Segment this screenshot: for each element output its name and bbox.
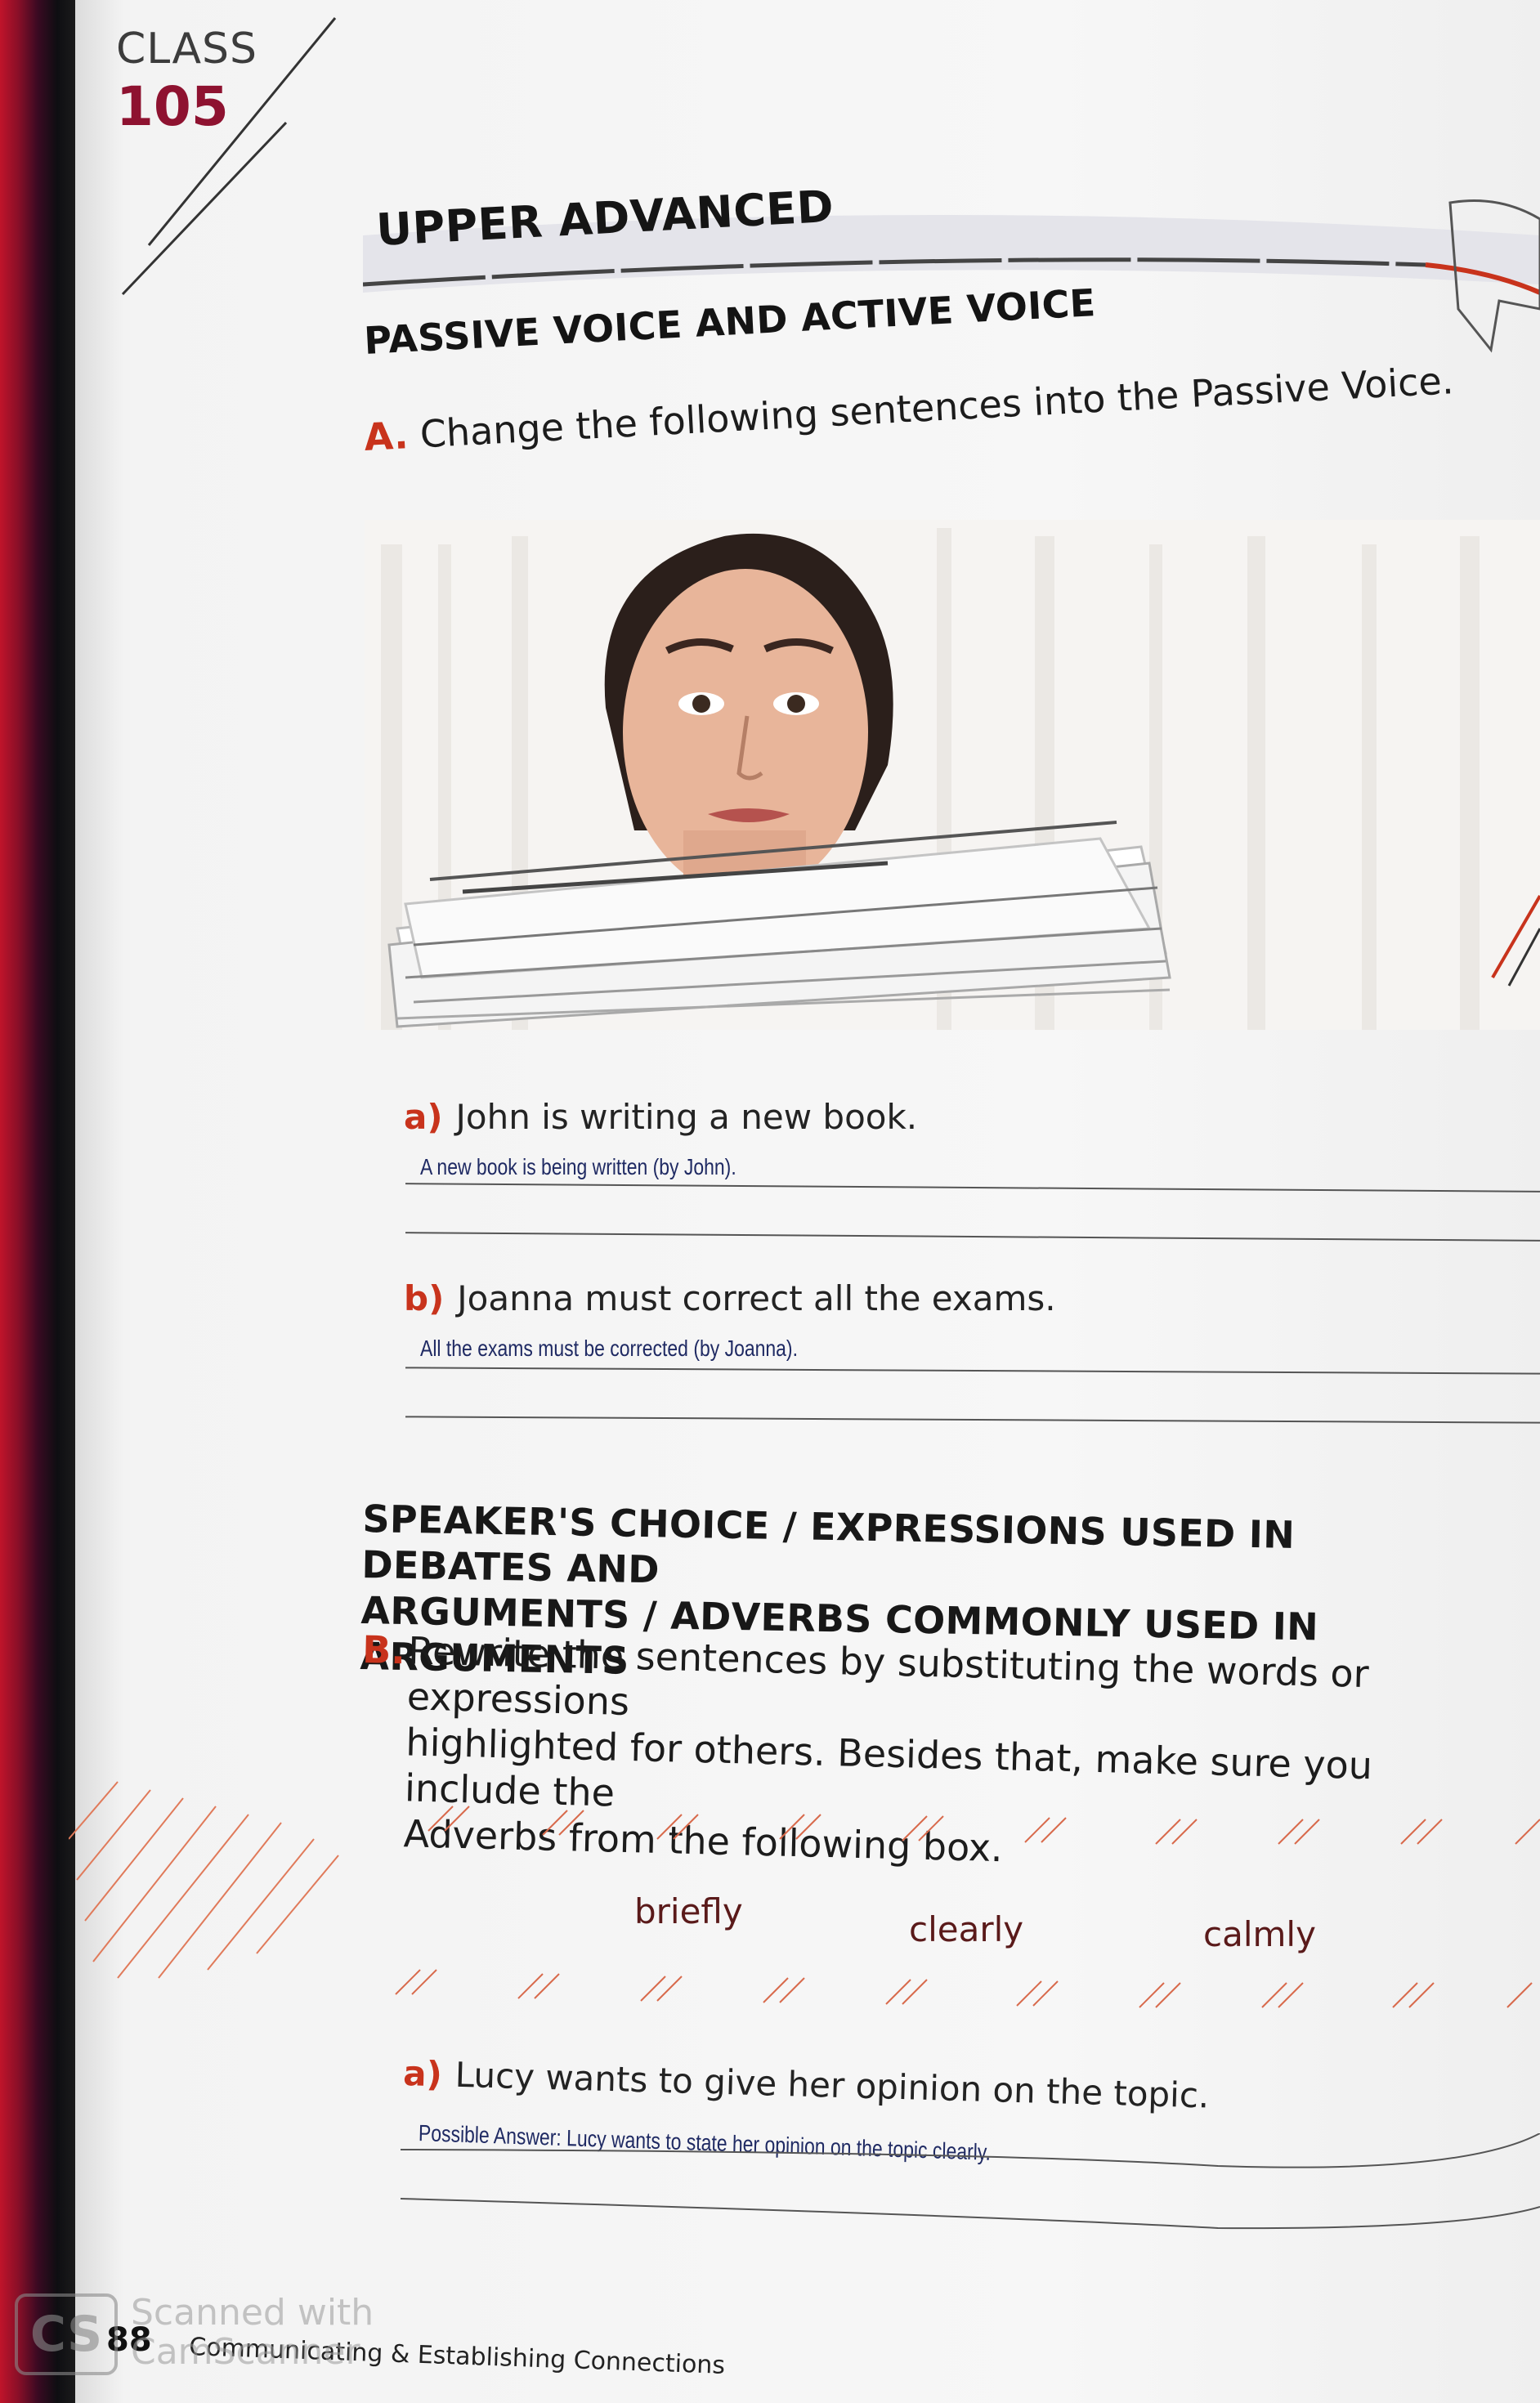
watermark-line: Scanned with [131,2292,374,2334]
exercise-letter: A. [363,413,410,459]
photo-woman-with-papers [365,520,1540,1030]
item-b-sentence: b) Joanna must correct all the exams. [404,1278,1056,1318]
book-spine [0,0,75,2403]
camscanner-watermark: Scanned with CamScanner [131,2293,374,2372]
item-label: b) [404,1278,445,1318]
adverb-word: clearly [909,1909,1024,1949]
adverb-word: calmly [1203,1914,1316,1954]
item-text: Joanna must correct all the exams. [457,1278,1056,1318]
adverb-box-hatching [69,1781,1540,2008]
item-b-answer: All the exams must be corrected (by Joan… [420,1336,798,1361]
item-text: John is writing a new book. [455,1097,918,1137]
item-label: a) [402,2053,443,2095]
answer-lines [401,2133,1540,2230]
camscanner-logo: CS [15,2293,118,2375]
watermark-line: CamScanner [131,2331,360,2373]
item-a-sentence: a) John is writing a new book. [404,1097,917,1137]
adverb-word: briefly [634,1891,743,1931]
item-label: a) [404,1097,443,1137]
item-a-answer: A new book is being written (by John). [420,1154,736,1179]
class-number: 105 [116,75,229,138]
exercise-letter: B. [361,1627,406,1673]
class-label: CLASS [116,25,258,74]
